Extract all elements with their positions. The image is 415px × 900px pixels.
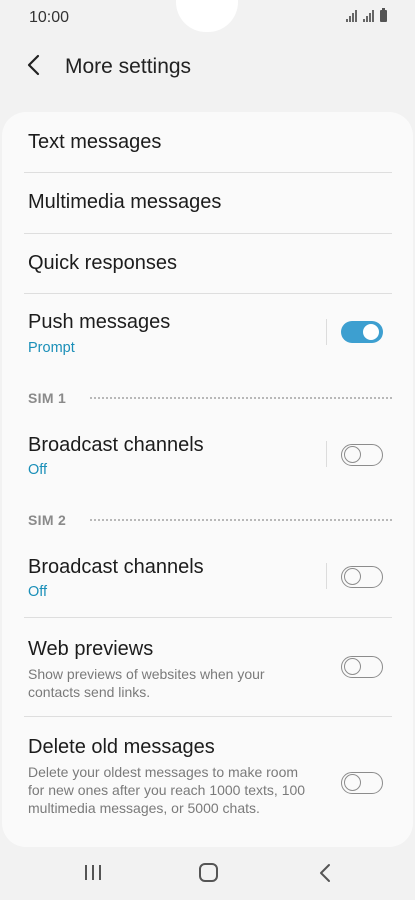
settings-list: Text messages Multimedia messages Quick … [2,112,413,847]
broadcast-channels-sim1-toggle[interactable] [341,444,383,466]
signal-icon [363,10,374,22]
broadcast-channels-sim2-toggle[interactable] [341,566,383,588]
section-divider [90,397,392,399]
battery-icon [380,8,387,22]
push-messages-toggle[interactable] [341,321,383,343]
app-header: More settings [0,40,415,94]
section-header-sim2: SIM 2 [28,512,67,528]
toggle-knob [343,658,361,675]
recent-apps-icon[interactable] [78,860,108,886]
broadcast-channels-sim2-item[interactable]: Broadcast channels Off [2,534,413,617]
web-previews-toggle[interactable] [341,656,383,678]
back-nav-icon[interactable] [310,860,340,886]
push-messages-label: Push messages [28,311,171,333]
text-messages-item[interactable]: Text messages [2,112,413,172]
toggle-knob [343,446,361,463]
broadcast-channels-label: Broadcast channels [28,434,204,456]
section-header-sim1: SIM 1 [28,390,67,406]
separator [326,319,327,345]
toggle-knob [343,568,361,585]
delete-old-messages-description: Delete your oldest messages to make room… [28,764,306,816]
multimedia-messages-label: Multimedia messages [28,191,222,213]
page-title: More settings [65,55,192,78]
web-previews-item[interactable]: Web previews Show previews of websites w… [2,618,413,716]
toggle-knob [361,322,381,342]
quick-responses-label: Quick responses [28,252,177,274]
section-divider [90,519,392,521]
camera-notch [176,0,238,32]
delete-old-messages-toggle[interactable] [341,772,383,794]
navigation-bar [0,848,415,900]
quick-responses-item[interactable]: Quick responses [2,234,413,293]
delete-old-messages-item[interactable]: Delete old messages Delete your oldest m… [2,717,413,847]
separator [326,563,327,589]
status-time: 10:00 [29,9,70,26]
push-messages-status: Prompt [28,340,75,356]
home-icon[interactable] [193,860,223,886]
text-messages-label: Text messages [28,131,162,153]
back-arrow-icon[interactable] [22,52,48,78]
delete-old-messages-label: Delete old messages [28,736,215,758]
toggle-knob [343,774,361,791]
broadcast-channels-status: Off [28,462,48,478]
broadcast-channels-sim1-item[interactable]: Broadcast channels Off [2,412,413,492]
multimedia-messages-item[interactable]: Multimedia messages [2,173,413,233]
broadcast-channels-label: Broadcast channels [28,556,204,578]
web-previews-description: Show previews of websites when your cont… [28,666,265,700]
web-previews-label: Web previews [28,638,154,660]
status-bar: 10:00 [0,0,415,36]
separator [326,441,327,467]
broadcast-channels-status: Off [28,584,48,600]
status-icons [346,8,387,22]
signal-icon [346,10,357,22]
push-messages-item[interactable]: Push messages Prompt [2,294,413,370]
